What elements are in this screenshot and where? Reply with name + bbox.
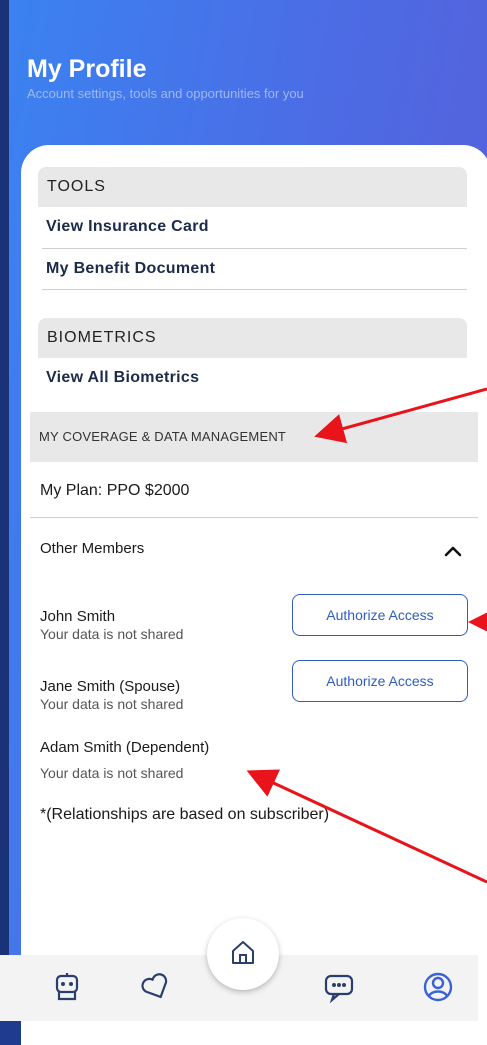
view-insurance-card-link[interactable]: View Insurance Card: [46, 218, 209, 236]
relationship-footnote: *(Relationships are based on subscriber): [40, 806, 330, 823]
chevron-up-icon[interactable]: [442, 540, 464, 562]
home-icon: [228, 937, 258, 972]
page-subtitle: Account settings, tools and opportunitie…: [27, 86, 304, 101]
divider: [42, 289, 467, 290]
member-share-status: Your data is not shared: [40, 765, 184, 781]
my-benefit-document-link[interactable]: My Benefit Document: [46, 260, 215, 278]
tools-section-heading: TOOLS: [38, 167, 467, 207]
other-members-label: Other Members: [40, 540, 145, 557]
page-title: My Profile: [27, 55, 147, 83]
member-name: Adam Smith (Dependent): [40, 739, 210, 756]
chat-icon[interactable]: [322, 970, 356, 1004]
divider: [30, 517, 478, 518]
member-share-status: Your data is not shared: [40, 696, 184, 712]
coach-icon[interactable]: [50, 970, 84, 1004]
authorize-access-button[interactable]: Authorize Access: [292, 660, 468, 702]
biometrics-section-heading: BIOMETRICS: [38, 318, 467, 358]
home-button[interactable]: [207, 918, 279, 990]
heart-tag-icon[interactable]: [139, 970, 173, 1004]
profile-icon[interactable]: [421, 970, 455, 1004]
view-all-biometrics-link[interactable]: View All Biometrics: [46, 369, 199, 387]
member-name: John Smith: [40, 608, 116, 625]
authorize-access-button[interactable]: Authorize Access: [292, 594, 468, 636]
coverage-section-heading: MY COVERAGE & DATA MANAGEMENT: [30, 412, 478, 462]
my-plan-label: My Plan: PPO $2000: [40, 482, 190, 499]
member-name: Jane Smith (Spouse): [40, 678, 181, 695]
member-share-status: Your data is not shared: [40, 626, 184, 642]
divider: [42, 248, 467, 249]
